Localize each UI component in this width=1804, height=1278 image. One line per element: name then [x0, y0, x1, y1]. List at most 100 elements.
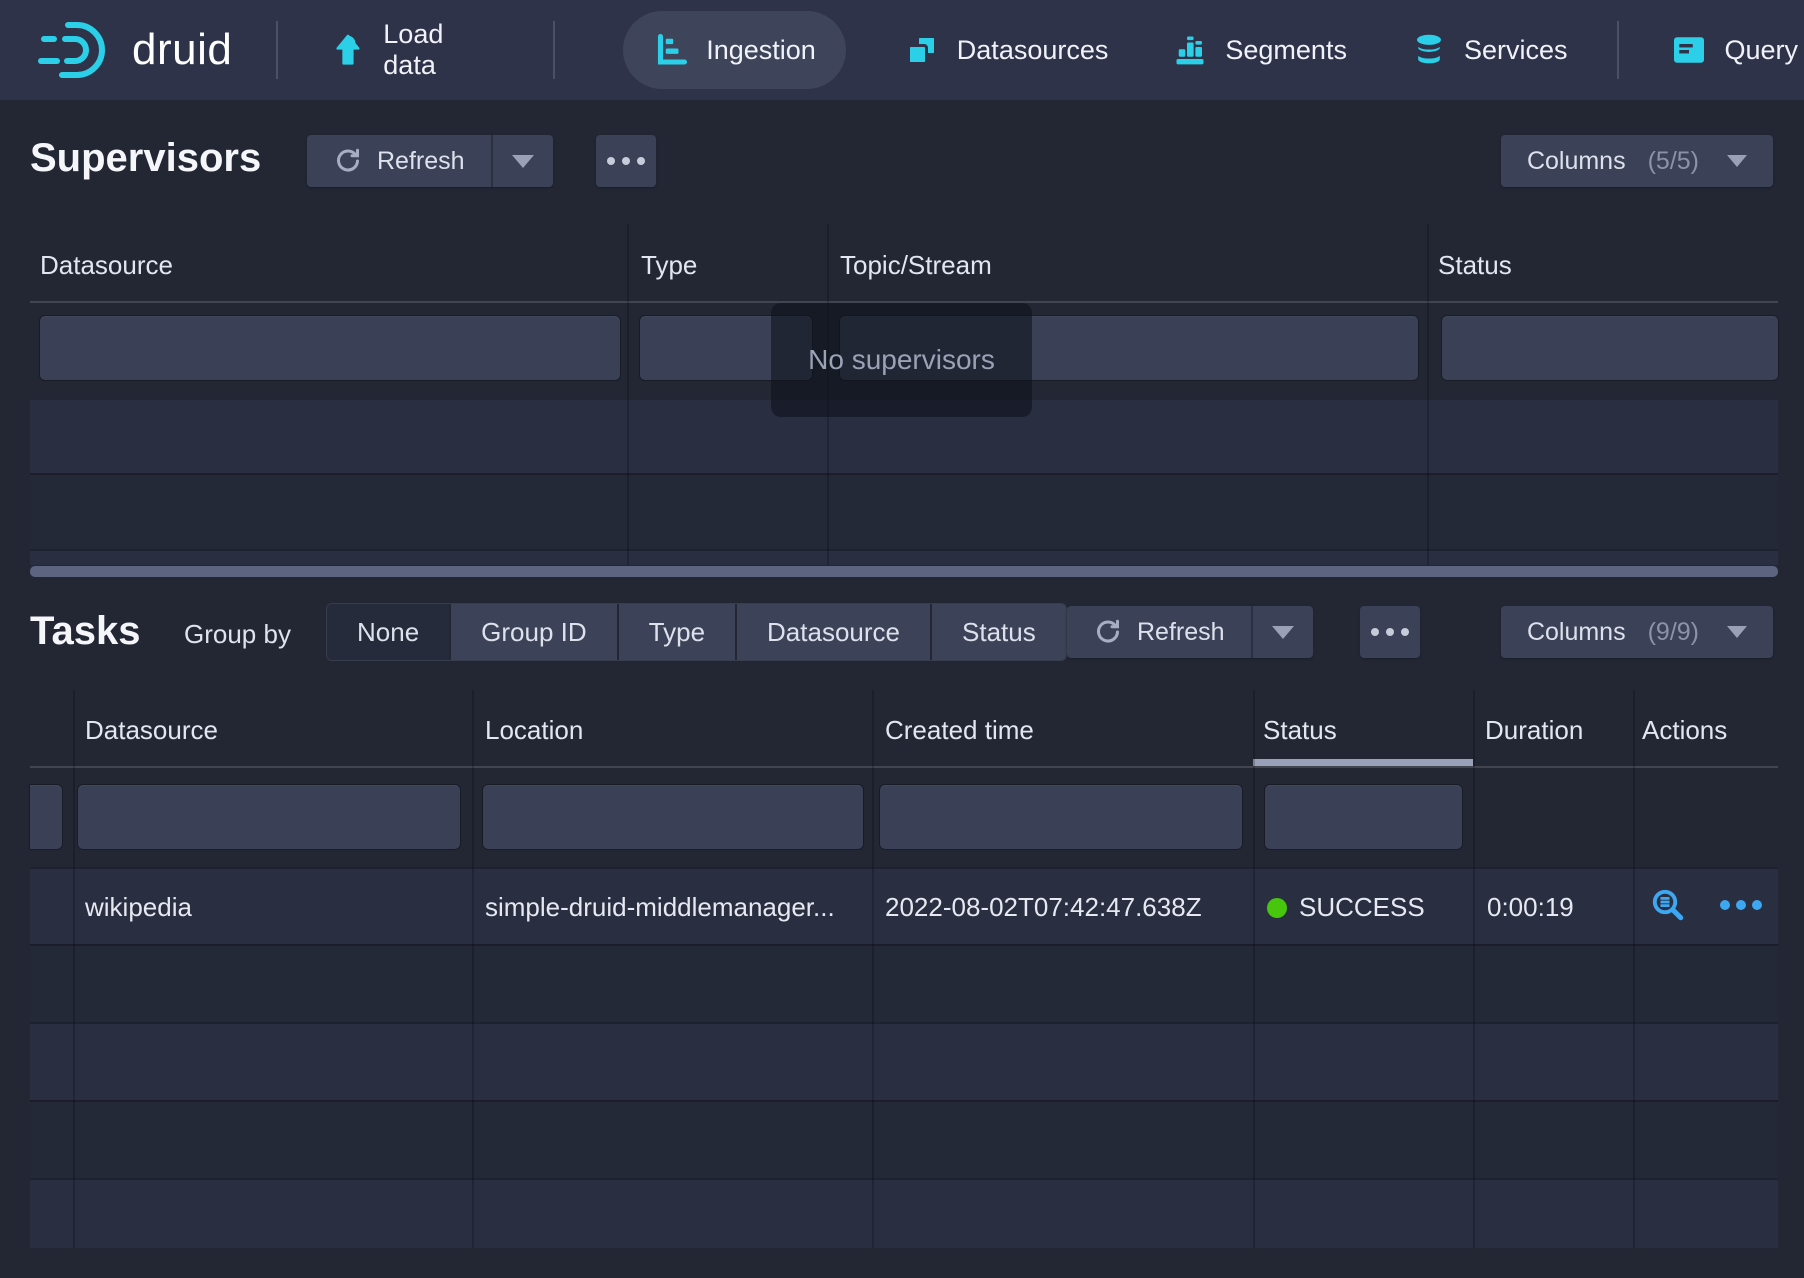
more-icon — [1371, 628, 1409, 636]
druid-logo-icon — [38, 18, 118, 82]
nav-item-datasources[interactable]: Datasources — [898, 11, 1115, 89]
column-divider — [627, 224, 629, 565]
group-by-segmented-control: None Group ID Type Datasource Status — [327, 604, 1066, 660]
nav-item-label: Services — [1464, 35, 1568, 66]
logo-wordmark: druid — [132, 25, 232, 75]
column-header-created-time[interactable]: Created time — [885, 715, 1034, 746]
tasks-refresh-button[interactable]: Refresh — [1067, 606, 1251, 658]
status-sort-indicator — [1253, 759, 1473, 766]
column-divider — [73, 690, 75, 1248]
empty-row — [30, 1022, 1778, 1100]
refresh-label: Refresh — [377, 147, 465, 176]
column-divider — [472, 690, 474, 1248]
tasks-title: Tasks — [30, 609, 140, 654]
services-icon — [1411, 32, 1447, 68]
cell-created-time[interactable]: 2022-08-02T07:42:47.638Z — [885, 892, 1202, 923]
more-icon — [607, 157, 645, 165]
group-by-group-id-button[interactable]: Group ID — [449, 604, 617, 660]
query-icon — [1671, 32, 1707, 68]
top-nav: druid Load data Ingestion Dataso — [0, 0, 1804, 100]
group-by-datasource-button[interactable]: Datasource — [735, 604, 930, 660]
tasks-hidden-column-filter-input[interactable] — [30, 785, 62, 849]
tasks-datasource-filter-input[interactable] — [78, 785, 460, 849]
segments-icon — [1172, 32, 1208, 68]
tasks-created-time-filter-input[interactable] — [880, 785, 1242, 849]
column-divider — [1473, 690, 1475, 1248]
columns-count: (9/9) — [1648, 618, 1699, 647]
columns-count: (5/5) — [1648, 147, 1699, 176]
column-header-location[interactable]: Location — [485, 715, 583, 746]
supervisors-refresh-button[interactable]: Refresh — [307, 135, 491, 187]
chevron-down-icon — [1727, 155, 1747, 167]
supervisors-more-button[interactable] — [596, 135, 656, 187]
nav-item-segments[interactable]: Segments — [1166, 11, 1353, 89]
druid-logo[interactable]: druid — [38, 18, 232, 82]
empty-row — [30, 473, 1778, 549]
supervisors-refresh-menu-button[interactable] — [491, 135, 553, 187]
supervisors-status-filter-input[interactable] — [1442, 316, 1778, 380]
tasks-status-filter-input[interactable] — [1265, 785, 1462, 849]
nav-divider — [276, 21, 278, 79]
cell-datasource[interactable]: wikipedia — [85, 892, 192, 923]
success-status-dot-icon — [1267, 898, 1287, 918]
column-divider — [1633, 690, 1635, 1248]
column-header-duration[interactable]: Duration — [1485, 715, 1583, 746]
column-header-status[interactable]: Status — [1438, 250, 1512, 281]
nav-divider — [553, 21, 555, 79]
supervisors-datasource-filter-input[interactable] — [40, 316, 620, 380]
tasks-location-filter-input[interactable] — [483, 785, 863, 849]
datasources-icon — [904, 32, 940, 68]
empty-row — [30, 549, 1778, 565]
empty-row — [30, 1100, 1778, 1178]
tasks-toolbar: Tasks Group by None Group ID Type Dataso… — [0, 577, 1804, 690]
refresh-icon — [333, 146, 363, 176]
columns-label: Columns — [1527, 618, 1626, 647]
refresh-icon — [1093, 617, 1123, 647]
supervisors-horizontal-scrollbar[interactable] — [30, 566, 1778, 577]
nav-item-services[interactable]: Services — [1405, 11, 1574, 89]
empty-row — [30, 944, 1778, 1022]
group-by-status-button[interactable]: Status — [930, 604, 1066, 660]
supervisors-table-header: Datasource Type Topic/Stream Status — [30, 224, 1778, 303]
more-actions-icon[interactable] — [1720, 900, 1762, 910]
tasks-table-header: Datasource Location Created time Status … — [30, 690, 1778, 768]
column-divider — [872, 690, 874, 1248]
nav-item-label: Query — [1724, 35, 1798, 66]
ingestion-icon — [653, 32, 689, 68]
cell-status[interactable]: SUCCESS — [1267, 892, 1425, 923]
tasks-refresh-menu-button[interactable] — [1251, 606, 1313, 658]
group-by-none-button[interactable]: None — [327, 604, 449, 660]
column-header-topic-stream[interactable]: Topic/Stream — [840, 250, 992, 281]
nav-item-load-data[interactable]: Load data — [324, 11, 509, 89]
cell-location[interactable]: simple-druid-middlemanager... — [485, 892, 860, 923]
nav-item-label: Ingestion — [706, 35, 816, 66]
tasks-columns-button[interactable]: Columns (9/9) — [1501, 606, 1773, 658]
column-header-actions[interactable]: Actions — [1642, 715, 1727, 746]
inspect-logs-icon[interactable] — [1650, 887, 1686, 923]
supervisors-columns-button[interactable]: Columns (5/5) — [1501, 135, 1773, 187]
supervisors-table: Datasource Type Topic/Stream Status No s… — [30, 224, 1778, 565]
cell-duration[interactable]: 0:00:19 — [1487, 892, 1574, 923]
druid-console: druid Load data Ingestion Dataso — [0, 0, 1804, 1278]
chevron-down-icon — [1272, 626, 1294, 639]
tasks-table: Datasource Location Created time Status … — [30, 690, 1778, 1248]
nav-item-query[interactable]: Query — [1665, 11, 1804, 89]
load-data-icon — [330, 32, 366, 68]
column-header-datasource[interactable]: Datasource — [85, 715, 218, 746]
column-header-type[interactable]: Type — [641, 250, 697, 281]
cell-actions — [1650, 887, 1762, 923]
group-by-label: Group by — [184, 619, 291, 650]
chevron-down-icon — [512, 155, 534, 168]
status-text: SUCCESS — [1299, 892, 1425, 922]
nav-item-ingestion[interactable]: Ingestion — [623, 11, 846, 89]
group-by-type-button[interactable]: Type — [617, 604, 735, 660]
nav-item-label: Segments — [1225, 35, 1347, 66]
tasks-refresh-split-button: Refresh — [1067, 606, 1313, 658]
column-header-status[interactable]: Status — [1263, 715, 1337, 746]
column-header-datasource[interactable]: Datasource — [40, 250, 173, 281]
nav-item-label: Datasources — [957, 35, 1109, 66]
column-divider — [1427, 224, 1429, 565]
column-divider — [1253, 690, 1255, 1248]
columns-label: Columns — [1527, 147, 1626, 176]
tasks-more-button[interactable] — [1360, 606, 1420, 658]
